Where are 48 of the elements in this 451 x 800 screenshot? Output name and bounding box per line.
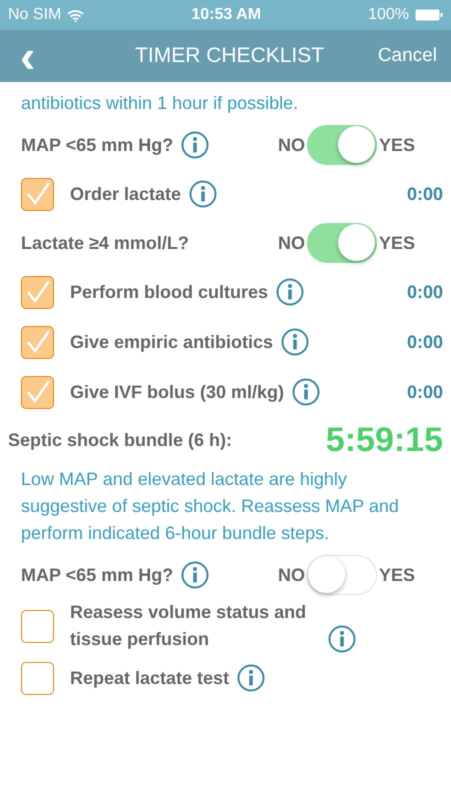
yes-label: YES bbox=[378, 134, 415, 156]
back-button[interactable]: ‹ bbox=[14, 36, 42, 76]
info-icon[interactable] bbox=[181, 131, 210, 159]
timer-text: 0:00 bbox=[406, 184, 443, 204]
timer-text: 0:00 bbox=[406, 282, 443, 302]
checkbox[interactable] bbox=[21, 376, 54, 408]
info-icon[interactable] bbox=[328, 625, 356, 653]
info-icon[interactable] bbox=[181, 561, 210, 589]
instruction-text: Low MAP and elevated lactate are highly suggestive of septic shock. Reassess MAP and perform indicated 6-hour bundle steps. bbox=[21, 468, 400, 545]
no-label: NO bbox=[278, 232, 305, 254]
task-label: Order lactate bbox=[70, 183, 182, 206]
battery-icon bbox=[414, 9, 443, 21]
cancel-button[interactable]: Cancel bbox=[378, 45, 437, 67]
task-label: Reasess volume status and tissue perfusion bbox=[70, 601, 308, 651]
no-label: NO bbox=[278, 134, 305, 156]
info-icon[interactable] bbox=[292, 378, 320, 406]
toggle-switch[interactable] bbox=[306, 125, 377, 165]
task-label: Perform blood cultures bbox=[70, 281, 268, 304]
battery-text: 100% bbox=[368, 6, 409, 24]
countdown-timer: 5:59:15 bbox=[326, 421, 443, 460]
instruction-text: antibiotics within 1 hour if possible. bbox=[21, 92, 300, 115]
checkbox[interactable] bbox=[21, 178, 54, 210]
checkbox[interactable] bbox=[21, 662, 54, 694]
wifi-icon bbox=[67, 8, 84, 22]
info-icon[interactable] bbox=[281, 328, 310, 356]
toggle-switch[interactable] bbox=[306, 223, 377, 263]
timer-text: 0:00 bbox=[406, 332, 443, 352]
toggle-switch[interactable] bbox=[306, 555, 377, 595]
task-label: Give IVF bolus (30 ml/kg) bbox=[70, 381, 284, 404]
checkbox[interactable] bbox=[21, 276, 54, 308]
info-icon[interactable] bbox=[189, 180, 218, 208]
timer-text: 0:00 bbox=[406, 382, 443, 402]
yes-label: YES bbox=[378, 564, 415, 586]
task-label: Give empiric antibiotics bbox=[70, 331, 274, 354]
question-label: MAP <65 mm Hg? bbox=[21, 134, 174, 156]
question-label: MAP <65 mm Hg? bbox=[21, 564, 174, 586]
checkbox[interactable] bbox=[21, 610, 54, 642]
section-heading: Septic shock bundle (6 h): bbox=[8, 430, 232, 451]
no-label: NO bbox=[278, 564, 305, 586]
screen-title: TIMER CHECKLIST bbox=[135, 44, 324, 68]
carrier-text: No SIM bbox=[8, 6, 62, 24]
yes-label: YES bbox=[378, 232, 415, 254]
info-icon[interactable] bbox=[237, 664, 266, 692]
info-icon[interactable] bbox=[276, 278, 304, 306]
question-label: Lactate ≥4 mmol/L? bbox=[21, 232, 189, 254]
checkbox[interactable] bbox=[21, 326, 54, 358]
clock-text: 10:53 AM bbox=[191, 6, 262, 24]
task-label: Repeat lactate test bbox=[70, 667, 230, 690]
